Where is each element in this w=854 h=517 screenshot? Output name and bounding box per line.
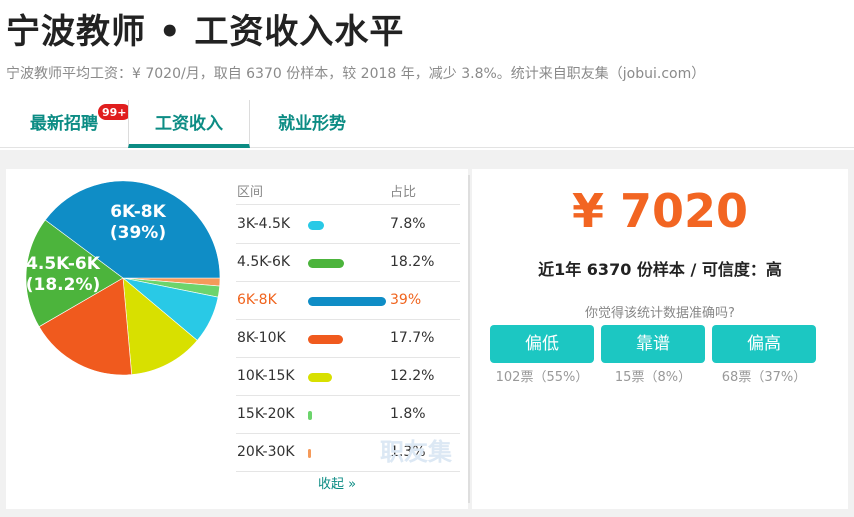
row-pct: 12.2%	[390, 368, 435, 384]
row-bar	[308, 335, 344, 344]
row-range: 6K-8K	[237, 292, 277, 308]
pie-label-range: 4.5K-6K	[26, 254, 100, 274]
average-salary: ¥ 7020	[571, 184, 749, 238]
table-header: 区间 占比	[236, 181, 460, 205]
vote-low-count: 102票（55%）	[495, 370, 589, 385]
pie-label-6k-8k: 6K-8K (39%)	[100, 202, 176, 244]
tab-employment[interactable]: 就业形势	[250, 100, 374, 148]
tab-label: 就业形势	[278, 114, 346, 134]
pie-label-4.5k-6k: 4.5K-6K (18.2%)	[22, 254, 104, 296]
tab-bar: 最新招聘 99+ 工资收入 就业形势	[0, 100, 854, 148]
row-range: 4.5K-6K	[237, 254, 291, 270]
row-pct: 17.7%	[390, 330, 435, 346]
page-title: 宁波教师 • 工资收入水平	[6, 12, 405, 52]
card-divider	[468, 175, 470, 503]
tab-salary[interactable]: 工资收入	[128, 100, 250, 148]
row-range: 3K-4.5K	[237, 216, 291, 232]
vote-low-button[interactable]: 偏低	[490, 325, 594, 363]
row-range: 10K-15K	[237, 368, 295, 384]
table-row: 4.5K-6K 18.2%	[236, 244, 460, 282]
row-range: 15K-20K	[237, 406, 295, 422]
pie-label-pct: (18.2%)	[25, 275, 101, 295]
table-row: 8K-10K 17.7%	[236, 320, 460, 358]
row-bar	[308, 449, 311, 458]
vote-accurate-count: 15票（8%）	[614, 370, 692, 385]
vote-accurate-button[interactable]: 靠谱	[601, 325, 705, 363]
notification-badge: 99+	[97, 103, 132, 121]
row-pct: 7.8%	[390, 216, 426, 232]
table-row: 10K-15K 12.2%	[236, 358, 460, 396]
table-row: 15K-20K 1.8%	[236, 396, 460, 434]
row-bar	[308, 297, 386, 306]
row-pct: 1.8%	[390, 406, 426, 422]
row-pct: 18.2%	[390, 254, 435, 270]
vote-high-button[interactable]: 偏高	[712, 325, 816, 363]
tab-label: 工资收入	[155, 114, 223, 134]
table-row: 6K-8K 39%	[236, 282, 460, 320]
row-bar	[308, 411, 312, 420]
accuracy-question: 你觉得该统计数据准确吗?	[585, 306, 735, 321]
row-bar	[308, 259, 345, 268]
row-range: 8K-10K	[237, 330, 286, 346]
pie-label-pct: (39%)	[109, 223, 167, 243]
table-row: 3K-4.5K 7.8%	[236, 206, 460, 244]
row-bar	[308, 373, 333, 382]
row-bar	[308, 221, 324, 230]
row-pct: 39%	[390, 292, 422, 308]
vote-high-count: 68票（37%）	[721, 370, 807, 385]
tab-latest-jobs[interactable]: 最新招聘 99+	[0, 100, 132, 148]
pie-label-range: 6K-8K	[110, 202, 166, 222]
sample-info: 近1年 6370 份样本 / 可信度：高	[538, 260, 782, 279]
col-pct-header: 占比	[390, 185, 417, 200]
tab-label: 最新招聘	[30, 114, 98, 134]
page-subtitle: 宁波教师平均工资：¥ 7020/月，取自 6370 份样本，较 2018 年，减…	[6, 66, 706, 82]
row-range: 20K-30K	[237, 444, 295, 460]
collapse-link[interactable]: 收起 »	[318, 473, 356, 492]
col-range-header: 区间	[237, 185, 264, 200]
watermark-logo: 职友集	[380, 438, 452, 466]
